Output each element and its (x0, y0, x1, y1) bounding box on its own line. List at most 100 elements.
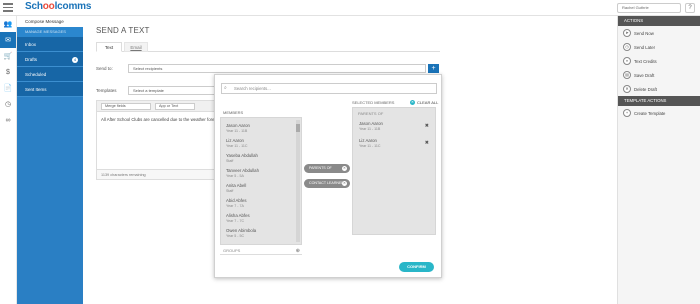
template-select[interactable]: Select a template (128, 86, 216, 95)
close-icon[interactable]: ✕ (342, 181, 347, 186)
text-credits-action[interactable]: ¤ Text Credits (618, 54, 700, 68)
add-icon: + (623, 109, 631, 117)
tab-text[interactable]: Text (96, 42, 122, 52)
members-scrollbar[interactable] (296, 120, 300, 242)
member-meta: Year 11 - 11B (226, 129, 248, 133)
selected-members-heading: SELECTED MEMBERS (352, 100, 395, 105)
member-name: Anita Abell (226, 183, 247, 188)
selected-members-list: PARENTS OF Jason Aaron Year 11 - 11B ✖ Liz… (352, 107, 436, 235)
member-name: Abid Abfes (226, 198, 247, 203)
member-meta: Year 7 - 7A (226, 204, 244, 208)
nav-item-drafts[interactable]: Drafts 4 (17, 52, 83, 67)
members-heading: MEMBERS (223, 110, 244, 115)
icon-rail: 👥 ✉ 🛒 $ 📄 ◷ ∞ (0, 16, 17, 304)
action-label: Text Credits (634, 58, 657, 64)
nav-item-scheduled[interactable]: Scheduled (17, 67, 83, 82)
document-icon[interactable]: 📄 (0, 80, 16, 96)
schoolcomms-logo: Schoolcomms (25, 1, 92, 12)
parents-of-pill[interactable]: PARENTS OF ✕ (304, 164, 350, 173)
money-icon[interactable]: $ (0, 64, 16, 80)
remove-icon[interactable]: ✖ (425, 123, 429, 129)
member-meta: Year 5 - 5A (226, 174, 244, 178)
user-name-button[interactable]: Rachel Guthrie (617, 3, 681, 13)
member-name: Jason Aaron (226, 123, 250, 128)
message-type-tabs: Text Email (96, 42, 440, 52)
cart-icon[interactable]: 🛒 (0, 48, 16, 64)
message-icon[interactable]: ✉ (0, 32, 16, 48)
hamburger-menu-icon[interactable] (3, 3, 13, 12)
app-or-text-dropdown[interactable]: App or Text (155, 103, 195, 110)
message-textarea[interactable]: All After School Clubs are cancelled due… (101, 117, 217, 122)
nav-item-label: Inbox (25, 42, 37, 47)
selected-group-heading: PARENTS OF (358, 111, 384, 116)
groups-label: GROUPS (223, 248, 241, 253)
delete-draft-action[interactable]: ✕ Delete Draft (618, 82, 700, 96)
nav-item-label: Drafts (25, 57, 38, 62)
characters-remaining: 1139 characters remaining (97, 169, 217, 179)
action-label: Send Later (634, 44, 656, 50)
member-meta: Year 7 - 7C (226, 219, 245, 223)
scroll-thumb[interactable] (296, 124, 300, 132)
member-meta: Year 11 - 11C (359, 144, 381, 148)
nav-item-label: Scheduled (25, 72, 47, 77)
people-icon[interactable]: 👥 (0, 16, 16, 32)
clear-all-button[interactable]: ✕ CLEAR ALL (410, 100, 438, 105)
groups-toggle[interactable]: GROUPS ⊕ (220, 247, 302, 255)
template-actions-heading: TEMPLATE ACTIONS (618, 96, 700, 106)
member-name: Liz Aaron (226, 138, 244, 143)
remove-icon[interactable]: ✖ (425, 140, 429, 146)
send-now-action[interactable]: ➤ Send Now (618, 26, 700, 40)
send-later-action[interactable]: ◷ Send Later (618, 40, 700, 54)
member-meta: Staff (226, 189, 234, 193)
member-name: Yaseba Abdullah (226, 153, 258, 158)
action-label: Create Template (634, 110, 666, 116)
nav-item-sent-items[interactable]: Sent Items (17, 82, 83, 97)
link-icon[interactable]: ∞ (0, 112, 16, 128)
top-bar: Schoolcomms Rachel Guthrie ? (0, 0, 700, 16)
close-icon: ✕ (410, 100, 415, 105)
action-label: Delete Draft (634, 86, 657, 92)
contact-learners-pill[interactable]: CONTACT LEARNERS ✕ (304, 179, 350, 188)
recipient-search-input[interactable]: Search recipients... (221, 83, 437, 94)
close-icon[interactable]: ✕ (342, 166, 347, 171)
editor-toolbar: Merge fields App or Text (97, 101, 217, 112)
member-name: Alisha Abfes (226, 213, 250, 218)
list-item[interactable]: Owen Abimbola Year 5 - 5C (221, 225, 297, 242)
recipient-picker-modal: Search recipients... ⌕ MEMBERS SELECTED … (214, 74, 442, 278)
member-meta: Year 5 - 5C (226, 234, 245, 238)
nav-item-label: Sent Items (25, 87, 47, 92)
recipients-select[interactable]: Select recipients (128, 64, 426, 73)
trash-icon: ✕ (623, 85, 631, 93)
member-meta: Year 11 - 11C (226, 144, 248, 148)
member-name: Owen Abimbola (226, 228, 257, 233)
confirm-button[interactable]: CONFIRM (399, 262, 434, 272)
search-icon: ⌕ (224, 85, 227, 91)
member-meta: Staff (226, 159, 234, 163)
tab-email[interactable]: Email (124, 42, 148, 52)
message-editor: Merge fields App or Text All After Schoo… (96, 100, 218, 180)
app-root: Schoolcomms Rachel Guthrie ? 👥 ✉ 🛒 $ 📄 ◷… (0, 0, 700, 304)
member-name: Liz Aaron (359, 138, 377, 143)
save-draft-action[interactable]: ▤ Save Draft (618, 68, 700, 82)
merge-fields-dropdown[interactable]: Merge fields (101, 103, 151, 110)
plus-icon: ⊕ (295, 248, 300, 254)
add-recipients-button[interactable]: + (428, 64, 439, 73)
list-item[interactable]: Liz Aaron Year 11 - 11C ✖ (353, 135, 435, 152)
action-label: Send Now (634, 30, 654, 36)
member-meta: Year 11 - 11B (359, 127, 381, 131)
actions-panel: ACTIONS ➤ Send Now ◷ Send Later ¤ Text Cred… (617, 16, 700, 304)
send-icon: ➤ (623, 29, 631, 37)
list-item[interactable]: Jason Aaron Year 11 - 11B ✖ (353, 118, 435, 135)
drafts-count-badge: 4 (72, 57, 78, 63)
nav-item-inbox[interactable]: Inbox (17, 37, 83, 52)
clock-icon[interactable]: ◷ (0, 96, 16, 112)
message-nav: Compose Message MANAGE MESSAGES Inbox Dr… (17, 16, 83, 304)
send-to-label: Send to: (96, 66, 113, 71)
clear-all-label: CLEAR ALL (417, 100, 439, 105)
compose-message-link[interactable]: Compose Message (17, 16, 83, 27)
help-icon[interactable]: ? (685, 3, 695, 13)
action-label: Save Draft (634, 72, 655, 78)
member-name: Jason Aaron (359, 121, 383, 126)
create-template-action[interactable]: + Create Template (618, 106, 700, 120)
credit-icon: ¤ (623, 57, 631, 65)
